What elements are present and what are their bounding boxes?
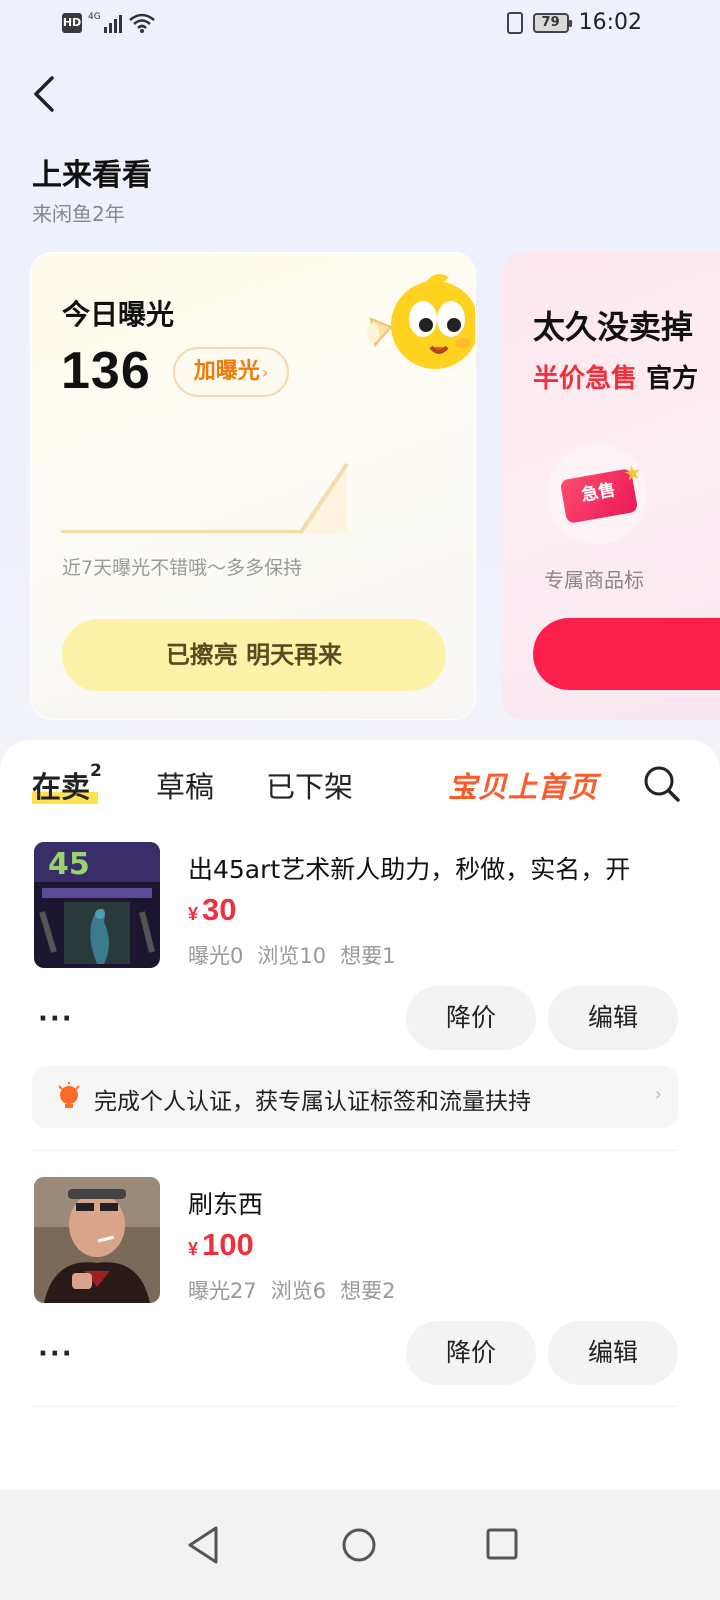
exposure-value: 136 (61, 342, 151, 400)
lightbulb-icon (58, 1082, 80, 1108)
stat-views: 浏览6 (270, 1279, 327, 1303)
status-bar: HD 4G 79 16:02 (0, 0, 720, 48)
boost-label: 加曝光 (193, 359, 260, 384)
divider (32, 1150, 678, 1151)
more-options-button[interactable]: ··· (38, 1004, 74, 1034)
urgent-sale-button[interactable] (533, 618, 720, 690)
hd-icon: HD (62, 13, 82, 33)
exposure-trend-chart (61, 462, 349, 533)
reduce-price-button[interactable]: 降价 (406, 1321, 536, 1385)
stat-wants: 想要2 (340, 1279, 396, 1303)
circle-home-icon (342, 1528, 376, 1562)
stat-exposure: 曝光0 (188, 944, 244, 968)
listings-panel: 在卖2 草稿 已下架 宝贝上首页 45 出45art艺术新人助力，秒做，实名，开… (0, 740, 720, 1490)
cell-signal-icon: 4G (88, 13, 122, 33)
urgent-badge-icon: 急售 (547, 444, 647, 544)
divider (32, 1406, 678, 1407)
tab-removed[interactable]: 已下架 (266, 764, 353, 806)
tab-on-sale[interactable]: 在卖2 (32, 761, 102, 806)
battery-icon: 79 (532, 12, 572, 33)
list-item[interactable]: 刷东西 ¥100 曝光27 浏览6 想要2 ··· 降价 编辑 (32, 1177, 688, 1397)
stat-views: 浏览10 (257, 944, 327, 968)
item-stats: 曝光27 浏览6 想要2 (188, 1275, 409, 1305)
urgent-sale-highlight: 半价急售 (533, 364, 638, 394)
item-price: ¥30 (188, 892, 237, 928)
exposure-label: 今日曝光 (62, 298, 175, 331)
urgent-sale-subtitle-rest: 官方 (646, 364, 699, 394)
currency-symbol: ¥ (188, 1239, 199, 1259)
nav-home-button[interactable] (334, 1520, 384, 1570)
promote-to-homepage-link[interactable]: 宝贝上首页 (448, 764, 598, 806)
item-stats: 曝光0 浏览10 想要1 (188, 940, 409, 970)
item-thumbnail[interactable] (34, 1177, 160, 1303)
search-icon (644, 766, 680, 802)
nav-recent-button[interactable] (478, 1520, 528, 1570)
list-item[interactable]: 45 出45art艺术新人助力，秒做，实名，开 ¥30 曝光0 浏览10 想要1 ·… (32, 842, 688, 1132)
chevron-right-icon: › (261, 363, 269, 382)
exposure-card: 今日曝光 136 加曝光 › 近7天曝光不错哦～多多保持 已擦亮 明天再来 (30, 252, 476, 720)
search-button[interactable] (642, 764, 682, 804)
more-options-button[interactable]: ··· (38, 1339, 74, 1369)
reduce-price-button[interactable]: 降价 (406, 986, 536, 1050)
member-duration: 来闲鱼2年 (32, 202, 125, 226)
chevron-left-icon (34, 76, 54, 112)
system-nav-bar (0, 1490, 720, 1600)
status-right: 79 16:02 (506, 10, 642, 35)
clock: 16:02 (578, 10, 642, 35)
urgent-sale-card[interactable]: 太久没卖掉 半价急售 官方 急售 专属商品标 (502, 252, 720, 720)
verification-banner[interactable]: 完成个人认证，获专属认证标签和流量扶持 › (32, 1066, 678, 1128)
edit-button[interactable]: 编辑 (548, 1321, 678, 1385)
svg-text:45: 45 (48, 847, 90, 882)
status-left: HD 4G (62, 12, 156, 34)
item-thumbnail[interactable]: 45 (34, 842, 160, 968)
network-type: 4G (88, 12, 101, 22)
price-value: 100 (202, 1227, 254, 1262)
verification-text: 完成个人认证，获专属认证标签和流量扶持 (94, 1089, 531, 1115)
tab-on-sale-label: 在卖 (32, 770, 91, 804)
item-price: ¥100 (188, 1227, 254, 1263)
stat-exposure: 曝光27 (188, 1279, 257, 1303)
wifi-icon (128, 13, 155, 33)
item-title[interactable]: 刷东西 (188, 1185, 688, 1221)
price-value: 30 (202, 892, 237, 927)
urgent-sale-subtitle: 半价急售 官方 (533, 358, 698, 395)
back-button[interactable] (28, 70, 68, 118)
currency-symbol: ¥ (188, 904, 199, 924)
nav-back-button[interactable] (180, 1520, 230, 1570)
triangle-back-icon (188, 1526, 218, 1564)
fish-mascot-icon (367, 274, 475, 369)
urgent-sale-title: 太久没卖掉 (533, 308, 694, 346)
item-image (34, 1177, 160, 1303)
tab-drafts[interactable]: 草稿 (156, 764, 214, 806)
item-title[interactable]: 出45art艺术新人助力，秒做，实名，开 (188, 850, 688, 886)
square-recent-icon (486, 1528, 518, 1560)
stat-wants: 想要1 (340, 944, 396, 968)
boost-exposure-button[interactable]: 加曝光 › (173, 347, 289, 397)
chevron-right-icon: › (654, 1084, 662, 1105)
edit-button[interactable]: 编辑 (548, 986, 678, 1050)
item-image: 45 (34, 842, 160, 968)
exposure-note: 近7天曝光不错哦～多多保持 (62, 557, 303, 579)
urgent-badge: 急售 (559, 468, 639, 524)
vibrate-icon (506, 11, 523, 34)
urgent-sale-feature: 专属商品标 (544, 568, 644, 592)
polish-button[interactable]: 已擦亮 明天再来 (62, 619, 446, 691)
page-title: 上来看看 (32, 158, 152, 193)
listing-tabs: 在卖2 草稿 已下架 宝贝上首页 (0, 740, 720, 830)
tab-on-sale-count: 2 (90, 761, 102, 782)
